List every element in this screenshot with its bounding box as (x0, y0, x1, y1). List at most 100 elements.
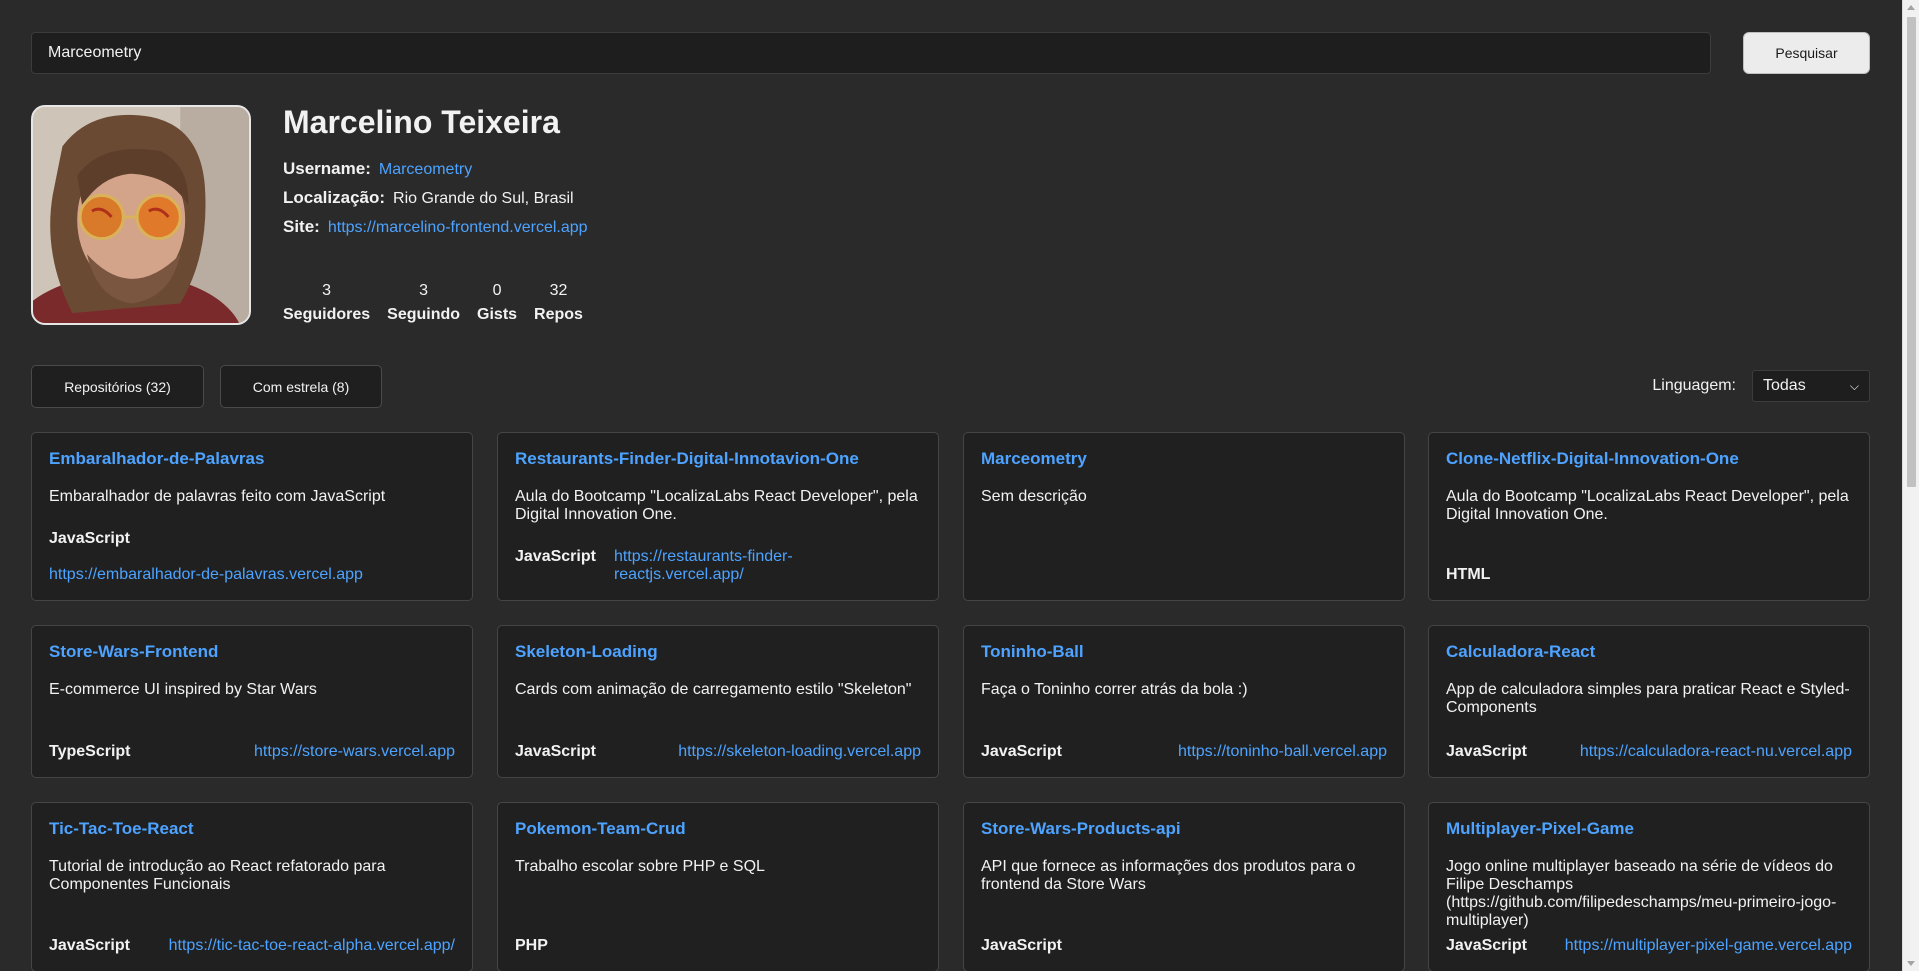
location-label: Localização: (283, 188, 386, 207)
location-value: Rio Grande do Sul, Brasil (393, 190, 574, 207)
repo-language: TypeScript (49, 743, 131, 760)
search-button[interactable]: Pesquisar (1743, 32, 1870, 74)
repo-card: Multiplayer-Pixel-Game Jogo online multip… (1428, 802, 1870, 971)
stat-value: 0 (492, 282, 502, 299)
repo-card: Embaralhador-de-Palavras Embaralhador de … (31, 432, 473, 601)
repo-title-link[interactable]: Restaurants-Finder-Digital-Innotavion-On… (515, 449, 921, 469)
page: Pesquisar Marcelino Teixeira Username: Ma… (0, 0, 1902, 971)
repo-description: Aula do Bootcamp "LocalizaLabs React Dev… (515, 488, 918, 523)
repo-title-link[interactable]: Toninho-Ball (981, 642, 1387, 662)
username-link[interactable]: Marceometry (379, 161, 472, 178)
repo-description: Sem descrição (981, 488, 1087, 505)
tab-repositories[interactable]: Repositórios (32) (31, 365, 204, 408)
repo-card: Clone-Netflix-Digital-Innovation-One Aula… (1428, 432, 1870, 601)
repo-deploy-link[interactable]: https://skeleton-loading.vercel.app (678, 743, 921, 761)
repo-card: Tic-Tac-Toe-React Tutorial de introdução … (31, 802, 473, 971)
search-input[interactable] (31, 32, 1711, 74)
repo-language: HTML (1446, 566, 1491, 583)
repo-footer: JavaScript https://calculadora-react-nu.v… (1446, 743, 1852, 761)
language-filter-label: Linguagem: (1652, 377, 1736, 394)
repo-title-link[interactable]: Tic-Tac-Toe-React (49, 819, 455, 839)
repo-title-link[interactable]: Pokemon-Team-Crud (515, 819, 921, 839)
repo-card: Calculadora-React App de calculadora simp… (1428, 625, 1870, 778)
language-select-value: Todas (1763, 377, 1806, 394)
stat-following: 3 Seguindo (387, 282, 460, 324)
language-select[interactable]: Todas ⌵ (1752, 370, 1870, 402)
scroll-up-arrow-icon[interactable] (1907, 5, 1915, 10)
page-scrollbar[interactable] (1902, 0, 1919, 971)
stat-label: Seguidores (283, 306, 371, 323)
repo-card: Store-Wars-Products-api API que fornece a… (963, 802, 1405, 971)
repo-language: JavaScript (981, 937, 1062, 954)
repo-title-link[interactable]: Calculadora-React (1446, 642, 1852, 662)
profile-name: Marcelino Teixeira (283, 104, 560, 140)
repo-card: Restaurants-Finder-Digital-Innotavion-On… (497, 432, 939, 601)
stat-label: Repos (534, 306, 583, 323)
repo-description: E-commerce UI inspired by Star Wars (49, 681, 317, 698)
language-filter: Linguagem: Todas ⌵ (1652, 370, 1870, 402)
repo-footer: TypeScript https://store-wars.vercel.app (49, 743, 455, 761)
repo-footer: JavaScript https://embaralhador-de-palavr… (49, 530, 455, 584)
repo-title-link[interactable]: Embaralhador-de-Palavras (49, 449, 455, 469)
repo-footer: JavaScript https://multiplayer-pixel-game… (1446, 937, 1852, 955)
repo-deploy-link[interactable]: https://toninho-ball.vercel.app (1178, 743, 1387, 761)
search-bar: Pesquisar (31, 32, 1870, 74)
repo-card: Toninho-Ball Faça o Toninho correr atrás … (963, 625, 1405, 778)
tab-starred[interactable]: Com estrela (8) (220, 365, 382, 408)
username-row: Username: Marceometry (283, 159, 472, 179)
repo-footer: HTML (1446, 566, 1852, 584)
repo-deploy-link[interactable]: https://embaralhador-de-palavras.vercel.… (49, 566, 455, 584)
scrollbar-thumb[interactable] (1907, 17, 1916, 487)
repo-footer: JavaScript https://toninho-ball.vercel.ap… (981, 743, 1387, 761)
stat-followers: 3 Seguidores (283, 282, 370, 324)
repo-description: Aula do Bootcamp "LocalizaLabs React Dev… (1446, 488, 1849, 523)
stat-value: 3 (419, 282, 429, 299)
avatar-image (33, 107, 249, 323)
repo-description: API que fornece as informações dos produ… (981, 858, 1356, 893)
site-row: Site: https://marcelino-frontend.vercel.a… (283, 217, 588, 237)
avatar (31, 105, 251, 325)
repo-language: JavaScript (1446, 937, 1527, 954)
repo-deploy-link[interactable]: https://restaurants-finder-reactjs.verce… (614, 548, 921, 584)
repo-deploy-link[interactable]: https://calculadora-react-nu.vercel.app (1580, 743, 1852, 761)
profile-stats: 3 Seguidores 3 Seguindo 0 Gists 32 Repos (283, 282, 600, 324)
site-link[interactable]: https://marcelino-frontend.vercel.app (328, 219, 588, 236)
stat-repos: 32 Repos (534, 282, 583, 324)
repo-language: JavaScript (1446, 743, 1527, 760)
repo-title-link[interactable]: Skeleton-Loading (515, 642, 921, 662)
repo-deploy-link[interactable]: https://multiplayer-pixel-game.vercel.ap… (1565, 937, 1852, 955)
stat-value: 3 (322, 282, 332, 299)
repo-language: PHP (515, 937, 548, 954)
repo-card: Marceometry Sem descrição (963, 432, 1405, 601)
stat-label: Seguindo (387, 306, 461, 323)
repo-card: Pokemon-Team-Crud Trabalho escolar sobre … (497, 802, 939, 971)
repo-deploy-link[interactable]: https://store-wars.vercel.app (254, 743, 455, 761)
repo-title-link[interactable]: Clone-Netflix-Digital-Innovation-One (1446, 449, 1852, 469)
repo-footer: JavaScript https://tic-tac-toe-react-alph… (49, 937, 455, 955)
repo-description: App de calculadora simples para praticar… (1446, 681, 1850, 716)
chevron-down-icon: ⌵ (1849, 378, 1859, 393)
stat-label: Gists (477, 306, 518, 323)
stat-value: 32 (549, 282, 568, 299)
repo-footer: JavaScript (981, 937, 1387, 955)
scroll-down-arrow-icon[interactable] (1907, 961, 1915, 966)
repo-title-link[interactable]: Store-Wars-Frontend (49, 642, 455, 662)
repo-language: JavaScript (981, 743, 1062, 760)
repo-description: Trabalho escolar sobre PHP e SQL (515, 858, 765, 875)
repo-language: JavaScript (515, 548, 596, 565)
username-label: Username: (283, 159, 371, 178)
repo-description: Cards com animação de carregamento estil… (515, 681, 912, 698)
repo-deploy-link[interactable]: https://tic-tac-toe-react-alpha.vercel.a… (169, 937, 455, 955)
repo-card: Store-Wars-Frontend E-commerce UI inspire… (31, 625, 473, 778)
repo-footer: JavaScript https://skeleton-loading.verce… (515, 743, 921, 761)
repo-title-link[interactable]: Marceometry (981, 449, 1387, 469)
stat-gists: 0 Gists (477, 282, 517, 324)
repo-language: JavaScript (49, 937, 130, 954)
repo-description: Jogo online multiplayer baseado na série… (1446, 858, 1837, 929)
repo-card: Skeleton-Loading Cards com animação de ca… (497, 625, 939, 778)
repo-title-link[interactable]: Multiplayer-Pixel-Game (1446, 819, 1852, 839)
repo-description: Tutorial de introdução ao React refatora… (49, 858, 386, 893)
repo-description: Faça o Toninho correr atrás da bola :) (981, 681, 1248, 698)
location-row: Localização: Rio Grande do Sul, Brasil (283, 188, 574, 208)
repo-title-link[interactable]: Store-Wars-Products-api (981, 819, 1387, 839)
